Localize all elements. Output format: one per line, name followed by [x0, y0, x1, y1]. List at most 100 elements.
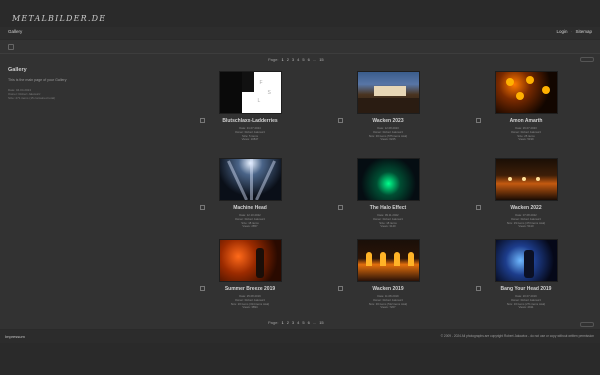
pager-page-2[interactable]: 2 — [287, 320, 289, 325]
album-views: Views: 10847 — [241, 137, 259, 142]
pager-page-1: 1 — [281, 320, 284, 325]
album-thumbnail[interactable] — [494, 71, 558, 114]
album-title-row: Summer Breeze 2019 — [200, 286, 300, 292]
gallery-title: Gallery — [8, 67, 27, 73]
impressum-link[interactable]: Impressum — [5, 334, 25, 339]
pager-page-4[interactable]: 4 — [297, 320, 299, 325]
album-title-row: Blutschlaxx-Ladderries — [200, 118, 300, 124]
breadcrumb-gallery[interactable]: Gallery — [8, 29, 22, 34]
sitemap-link[interactable]: Sitemap — [575, 29, 592, 34]
view-toggle-button[interactable] — [580, 322, 594, 327]
album-thumbnail[interactable] — [356, 158, 420, 201]
album-info: Date: 07.08.2022 Owner: Robert Jakowicz … — [476, 213, 576, 229]
album-thumbnail[interactable] — [356, 239, 420, 282]
select-checkbox[interactable] — [200, 118, 205, 123]
album-item[interactable]: Wacken 2023 Date: 12.08.2023 Owner: Robe… — [338, 71, 438, 142]
pager-ellipsis: ... — [312, 320, 317, 325]
gallery-meta-size: Size: 271 items (15 contained total) — [8, 96, 56, 101]
album-title[interactable]: Wacken 2023 — [372, 118, 403, 124]
album-info: Date: 20.07.2019 Owner: Robert Jakowicz … — [476, 294, 576, 310]
album-thumbnail[interactable]: F S L — [218, 71, 282, 114]
pager-page-3[interactable]: 3 — [292, 320, 294, 325]
album-title-row: Wacken 2022 — [476, 205, 576, 211]
login-link[interactable]: Login — [556, 29, 567, 34]
link-separator: · — [570, 29, 573, 34]
album-thumbnail[interactable] — [494, 158, 558, 201]
album-title-row: Bang Your Head 2019 — [476, 286, 576, 292]
select-checkbox[interactable] — [476, 286, 481, 291]
top-bar: Gallery Login · Sitemap — [0, 27, 600, 39]
album-title[interactable]: Blutschlaxx-Ladderries — [222, 118, 277, 124]
album-title[interactable]: Machine Head — [233, 205, 267, 211]
album-title-row: Wacken 2019 — [338, 286, 438, 292]
album-item[interactable]: Bang Your Head 2019 Date: 20.07.2019 Own… — [476, 239, 576, 310]
album-thumbnail[interactable] — [356, 71, 420, 114]
pager-page-1: 1 — [281, 57, 284, 62]
album-thumbnail[interactable] — [218, 158, 282, 201]
select-checkbox[interactable] — [338, 205, 343, 210]
footer: Impressum © 2009 - 2024 All photographs … — [0, 330, 600, 343]
album-views: Views: 3894 — [242, 305, 258, 310]
top-links: Login · Sitemap — [554, 29, 592, 34]
pager-page-2[interactable]: 2 — [287, 57, 289, 62]
album-title[interactable]: Summer Breeze 2019 — [225, 286, 275, 292]
menu-icon[interactable] — [8, 44, 14, 50]
select-checkbox[interactable] — [200, 286, 205, 291]
album-item[interactable]: Amon Amarth Date: 26.07.2023 Owner: Robe… — [476, 71, 576, 142]
album-title-row: Machine Head — [200, 205, 300, 211]
pager-bottom: Page: 1 2 3 4 5 6 ... 15 — [268, 320, 324, 325]
album-views: Views: 5410 — [518, 224, 534, 229]
album-title[interactable]: Wacken 2022 — [510, 205, 541, 211]
album-thumbnail[interactable] — [218, 239, 282, 282]
album-info: Date: 12.08.2023 Owner: Robert Jakowicz … — [338, 126, 438, 142]
pager-page-6[interactable]: 6 — [308, 57, 310, 62]
pager-page-3[interactable]: 3 — [292, 57, 294, 62]
album-title-row: Wacken 2023 — [338, 118, 438, 124]
pager-top: Page: 1 2 3 4 5 6 ... 15 — [268, 57, 324, 62]
pager-page-6[interactable]: 6 — [308, 320, 310, 325]
pager-page-5[interactable]: 5 — [302, 320, 304, 325]
album-title[interactable]: Wacken 2019 — [372, 286, 403, 292]
select-checkbox[interactable] — [476, 118, 481, 123]
select-checkbox[interactable] — [476, 205, 481, 210]
album-item[interactable]: The Halo Effect Date: 09.11.2022 Owner: … — [338, 158, 438, 229]
site-logo[interactable]: METALBILDER.DE — [12, 14, 106, 23]
pager-page-4[interactable]: 4 — [297, 57, 299, 62]
album-info: Date: 26.07.2023 Owner: Robert Jakowicz … — [476, 126, 576, 142]
album-title[interactable]: Bang Your Head 2019 — [501, 286, 552, 292]
select-checkbox[interactable] — [200, 205, 205, 210]
album-info: Date: 11.08.2019 Owner: Robert Jakowicz … — [338, 294, 438, 310]
album-thumbnail[interactable] — [494, 239, 558, 282]
album-views: Views: 5199 — [518, 137, 534, 142]
pager-page-last[interactable]: 15 — [319, 320, 323, 325]
album-info: Date: 31.07.2024 Owner: Robert Jakowicz … — [200, 126, 300, 142]
gallery-content: Gallery This is the main page of your Ga… — [0, 54, 600, 329]
gallery-meta: Date: 04.04.2024 Owner: Robert Jakowicz … — [8, 88, 128, 100]
album-title-row: The Halo Effect — [338, 205, 438, 211]
select-checkbox[interactable] — [338, 286, 343, 291]
album-item[interactable]: Machine Head Date: 12.10.2022 Owner: Rob… — [200, 158, 300, 229]
album-views: Views: 6225 — [380, 137, 396, 142]
album-views: Views: 2911 — [518, 305, 534, 310]
album-item[interactable]: Wacken 2022 Date: 07.08.2022 Owner: Robe… — [476, 158, 576, 229]
pager-label: Page: — [268, 320, 279, 325]
album-item[interactable]: Summer Breeze 2019 Date: 25.08.2019 Owne… — [200, 239, 300, 310]
album-title[interactable]: The Halo Effect — [370, 205, 406, 211]
album-views: Views: 3140 — [380, 224, 396, 229]
view-toggle-button[interactable] — [580, 57, 594, 62]
album-item[interactable]: F S L Blutschlaxx-Ladderries Date: 31.07… — [200, 71, 300, 142]
album-info: Date: 09.11.2022 Owner: Robert Jakowicz … — [338, 213, 438, 229]
pager-ellipsis: ... — [312, 57, 317, 62]
pager-page-last[interactable]: 15 — [319, 57, 323, 62]
album-title[interactable]: Amon Amarth — [510, 118, 543, 124]
pager-page-5[interactable]: 5 — [302, 57, 304, 62]
album-info: Date: 25.08.2019 Owner: Robert Jakowicz … — [200, 294, 300, 310]
album-info: Date: 12.10.2022 Owner: Robert Jakowicz … — [200, 213, 300, 229]
album-views: Views: 2857 — [242, 224, 258, 229]
album-views: Views: 7207 — [380, 305, 396, 310]
album-item[interactable]: Wacken 2019 Date: 11.08.2019 Owner: Robe… — [338, 239, 438, 310]
copyright-text: © 2009 - 2024 All photographs are copyri… — [440, 334, 594, 338]
pager-label: Page: — [268, 57, 279, 62]
select-checkbox[interactable] — [338, 118, 343, 123]
album-title-row: Amon Amarth — [476, 118, 576, 124]
